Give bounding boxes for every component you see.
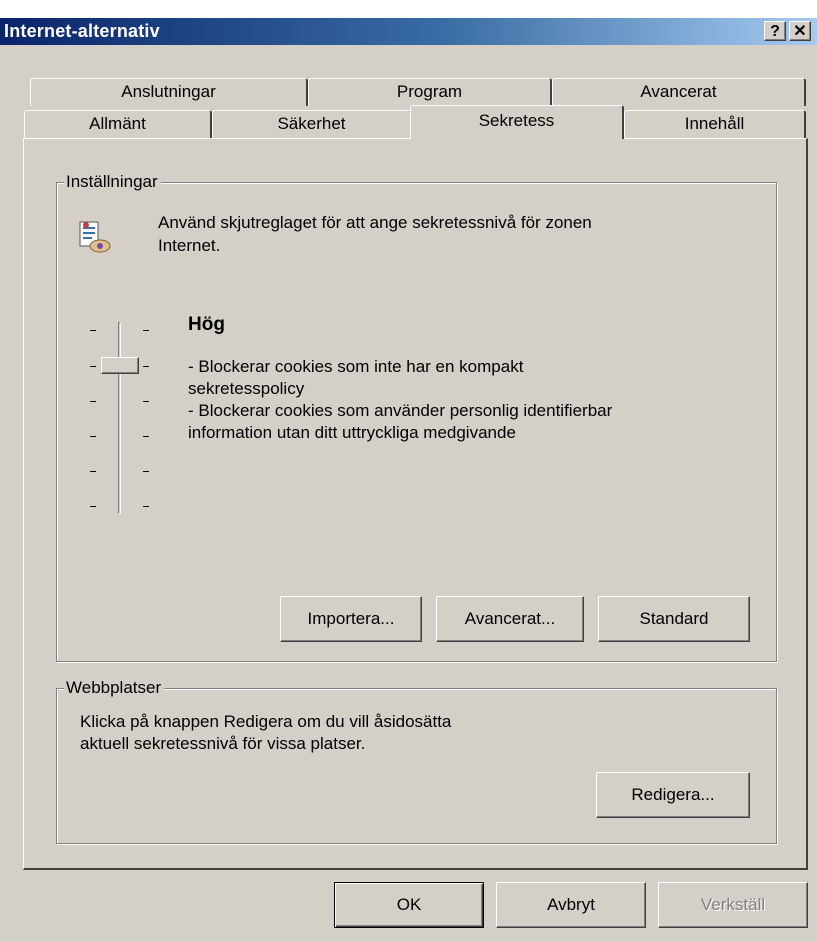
- help-icon[interactable]: ?: [764, 21, 786, 41]
- slider-tick: [90, 366, 96, 367]
- close-icon[interactable]: ✕: [789, 21, 811, 41]
- slider-tick: [143, 471, 149, 472]
- sites-text-line1: Klicka på knappen Redigera om du vill ås…: [80, 712, 452, 731]
- slider-tick: [143, 401, 149, 402]
- tab-program[interactable]: Program: [308, 78, 552, 106]
- sites-text-line2: aktuell sekretessnivå för vissa platser.: [80, 734, 366, 753]
- slider-tick: [90, 506, 96, 507]
- tab-allmant[interactable]: Allmänt: [24, 110, 212, 138]
- advanced-button[interactable]: Avancerat...: [436, 596, 584, 642]
- top-strip: [0, 0, 817, 18]
- tab-avancerat[interactable]: Avancerat: [552, 78, 806, 106]
- title-bar[interactable]: Internet-alternativ ? ✕: [0, 18, 817, 45]
- tab-sekretess[interactable]: Sekretess: [410, 105, 624, 139]
- slider-tick: [90, 401, 96, 402]
- privacy-zone-icon: [78, 220, 112, 256]
- slider-tick: [90, 471, 96, 472]
- level-desc-line: information utan ditt uttryckliga medgiv…: [188, 423, 516, 442]
- slider-track[interactable]: [118, 322, 121, 514]
- slider-tick: [143, 330, 149, 331]
- slider-tick: [143, 436, 149, 437]
- intro-text-line2: Internet.: [158, 236, 221, 255]
- tab-sakerhet[interactable]: Säkerhet: [212, 110, 412, 138]
- level-desc-line: - Blockerar cookies som inte har en komp…: [188, 357, 524, 376]
- privacy-level-slider[interactable]: [86, 316, 156, 522]
- import-button[interactable]: Importera...: [280, 596, 422, 642]
- edit-sites-button[interactable]: Redigera...: [596, 772, 750, 818]
- ok-button[interactable]: OK: [334, 882, 484, 928]
- slider-tick: [90, 330, 96, 331]
- level-desc-line: - Blockerar cookies som använder personl…: [188, 401, 613, 420]
- tab-innehall[interactable]: Innehåll: [624, 110, 806, 138]
- privacy-level-title: Hög: [188, 314, 225, 335]
- slider-tick: [143, 366, 149, 367]
- level-desc-line: sekretesspolicy: [188, 379, 305, 398]
- slider-thumb[interactable]: [101, 357, 139, 374]
- default-button[interactable]: Standard: [598, 596, 750, 642]
- apply-button: Verkställ: [658, 882, 808, 928]
- settings-legend: Inställningar: [64, 172, 161, 192]
- internet-options-dialog: Internet-alternativ ? ✕ Anslutningar Pro…: [0, 0, 817, 942]
- window-title: Internet-alternativ: [4, 21, 160, 41]
- slider-tick: [143, 506, 149, 507]
- cancel-button[interactable]: Avbryt: [496, 882, 646, 928]
- slider-tick: [90, 436, 96, 437]
- intro-text-line1: Använd skjutreglaget för att ange sekret…: [158, 213, 592, 232]
- websites-legend: Webbplatser: [64, 678, 165, 698]
- tab-anslutningar[interactable]: Anslutningar: [30, 78, 308, 106]
